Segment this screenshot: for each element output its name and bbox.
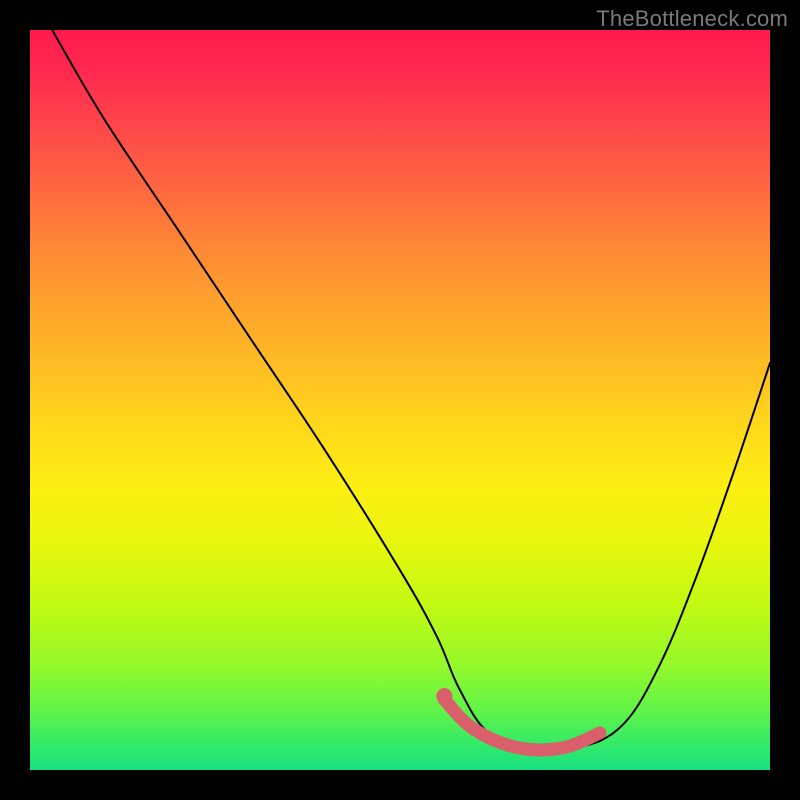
- plot-area: [30, 30, 770, 770]
- bottleneck-curve: [52, 30, 770, 750]
- watermark-text: TheBottleneck.com: [596, 6, 788, 32]
- optimal-point-marker: [436, 688, 452, 704]
- optimal-range-highlight: [444, 700, 599, 750]
- chart-svg: [30, 30, 770, 770]
- chart-stage: TheBottleneck.com: [0, 0, 800, 800]
